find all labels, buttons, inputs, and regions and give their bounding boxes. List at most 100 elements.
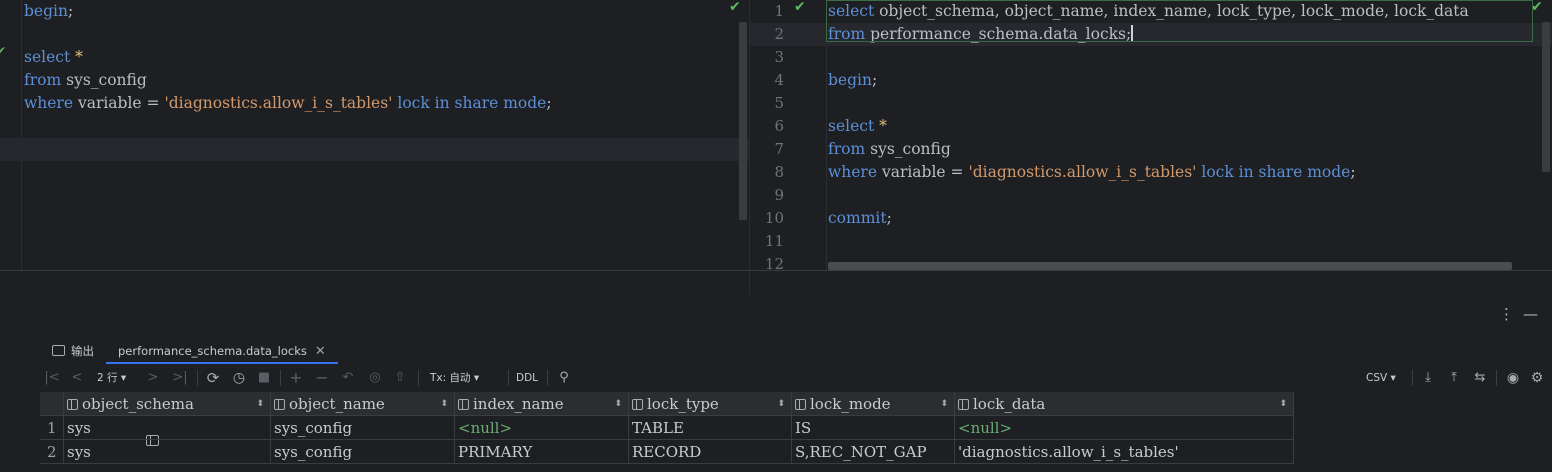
- code-line[interactable]: [0, 115, 750, 138]
- code-line[interactable]: 11: [750, 230, 1552, 253]
- code-line[interactable]: 1 select object_schema, object_name, inde…: [750, 0, 1552, 23]
- sql-keyword: lock in share mode: [1201, 163, 1351, 181]
- cell-index-name[interactable]: <null>: [455, 416, 629, 440]
- sql-token: sys_config: [61, 71, 147, 89]
- cell-lock-mode[interactable]: S,REC_NOT_GAP: [792, 440, 955, 464]
- close-icon[interactable]: ✕: [315, 344, 326, 359]
- sort-icon[interactable]: ⬍: [940, 392, 948, 415]
- export-format-selector[interactable]: CSV ▾: [1366, 367, 1396, 389]
- sort-icon[interactable]: ⬍: [1279, 392, 1287, 415]
- sort-icon[interactable]: ⬍: [440, 392, 448, 415]
- row-number: 1: [40, 416, 64, 440]
- column-header-lock-mode[interactable]: lock_mode ⬍: [792, 392, 955, 416]
- sort-icon[interactable]: ⬍: [777, 392, 785, 415]
- cell-index-name[interactable]: PRIMARY: [455, 440, 629, 464]
- row-count-selector[interactable]: 2 行 ▾: [97, 367, 126, 389]
- panel-divider[interactable]: [0, 270, 1552, 271]
- upload-icon[interactable]: ⤒: [1446, 367, 1462, 389]
- toolbar-separator: [508, 370, 509, 386]
- sql-token: object_schema, object_name, index_name, …: [874, 2, 1469, 20]
- code-line[interactable]: 8 where variable = 'diagnostics.allow_i_s…: [750, 161, 1552, 184]
- cell-object-name[interactable]: sys_config: [271, 416, 455, 440]
- code-line[interactable]: 10 commit;: [750, 207, 1552, 230]
- cell-object-schema[interactable]: sys: [64, 440, 271, 464]
- code-line[interactable]: 7 from sys_config: [750, 138, 1552, 161]
- sql-token: ;: [871, 71, 878, 89]
- download-icon[interactable]: ⤓: [1420, 367, 1436, 389]
- left-vertical-scrollbar[interactable]: [739, 22, 747, 220]
- row-number-header: [40, 392, 64, 416]
- sql-keyword: lock in share mode: [397, 94, 547, 112]
- code-line[interactable]: [0, 138, 750, 161]
- cell-lock-mode[interactable]: IS: [792, 416, 955, 440]
- code-line[interactable]: begin;: [0, 0, 750, 23]
- stop-icon[interactable]: ■: [256, 367, 272, 389]
- tab-output[interactable]: 输出: [52, 338, 94, 364]
- cell-object-name[interactable]: sys_config: [271, 440, 455, 464]
- column-header-object-name[interactable]: object_name ⬍: [271, 392, 455, 416]
- code-line[interactable]: [0, 23, 750, 46]
- transaction-mode-selector[interactable]: Tx: 自动 ▾: [430, 367, 479, 389]
- code-text: where variable = 'diagnostics.allow_i_s_…: [828, 161, 1356, 184]
- export-format-label: CSV: [1366, 372, 1388, 384]
- code-line[interactable]: where variable = 'diagnostics.allow_i_s_…: [0, 92, 750, 115]
- submit-icon[interactable]: ⇧: [392, 367, 408, 389]
- right-horizontal-scrollbar[interactable]: [828, 262, 1512, 270]
- history-icon[interactable]: ◷: [230, 367, 248, 389]
- toolbar-separator: [197, 370, 198, 386]
- preview-changes-icon[interactable]: ◎: [366, 367, 384, 389]
- right-sql-editor[interactable]: 1 select object_schema, object_name, inde…: [750, 0, 1552, 270]
- ddl-button[interactable]: DDL: [516, 367, 538, 389]
- code-line[interactable]: 9: [750, 184, 1552, 207]
- column-header-label: lock_mode: [810, 395, 891, 413]
- settings-gear-icon[interactable]: ⚙: [1528, 367, 1546, 389]
- more-options-icon[interactable]: ⋮: [1499, 305, 1514, 323]
- cell-lock-data[interactable]: <null>: [955, 416, 1294, 440]
- view-icon[interactable]: ◉: [1504, 367, 1522, 389]
- sql-keyword: commit: [828, 209, 887, 227]
- add-row-icon[interactable]: +: [288, 367, 304, 389]
- toolbar-separator: [280, 370, 281, 386]
- sql-token: ;: [1350, 163, 1356, 181]
- cell-lock-data[interactable]: 'diagnostics.allow_i_s_tables': [955, 440, 1294, 464]
- tab-data-locks[interactable]: performance_schema.data_locks ✕: [106, 338, 338, 446]
- line-number: 12: [764, 255, 784, 270]
- code-text: select *: [828, 115, 887, 138]
- code-line[interactable]: 6 select *: [750, 115, 1552, 138]
- delete-row-icon[interactable]: −: [314, 367, 330, 389]
- code-line[interactable]: from sys_config: [0, 69, 750, 92]
- cell-lock-type[interactable]: TABLE: [629, 416, 792, 440]
- cell-object-schema[interactable]: sys: [64, 416, 271, 440]
- sort-icon[interactable]: ⬍: [256, 392, 264, 415]
- column-header-object-schema[interactable]: object_schema ⬍: [64, 392, 271, 416]
- left-sql-editor[interactable]: begin; select * from sys_config where varia…: [0, 0, 750, 270]
- last-page-icon[interactable]: >|: [172, 367, 188, 389]
- column-header-lock-type[interactable]: lock_type ⬍: [629, 392, 792, 416]
- first-page-icon[interactable]: |<: [44, 367, 60, 389]
- minimize-icon[interactable]: —: [1523, 305, 1538, 323]
- code-line[interactable]: 4 begin;: [750, 69, 1552, 92]
- code-line[interactable]: select *: [0, 46, 750, 69]
- refresh-icon[interactable]: ⟳: [204, 367, 222, 389]
- result-toolbar: |< < 2 行 ▾ > >| ⟳ ◷ ■ + − ↶ ◎ ⇧ Tx: 自动 ▾…: [40, 367, 1552, 389]
- sql-token: variable =: [73, 94, 165, 112]
- column-icon: [632, 399, 643, 410]
- sql-keyword: select: [828, 2, 875, 20]
- revert-icon[interactable]: ↶: [340, 367, 356, 389]
- right-vertical-scrollbar[interactable]: [1542, 22, 1550, 172]
- next-page-icon[interactable]: >: [146, 367, 160, 389]
- column-header-index-name[interactable]: index_name ⬍: [455, 392, 629, 416]
- sql-keyword: where: [24, 94, 74, 112]
- code-line[interactable]: 3: [750, 46, 1552, 69]
- column-header-label: index_name: [473, 395, 564, 413]
- previous-page-icon[interactable]: <: [70, 367, 84, 389]
- column-header-lock-data[interactable]: lock_data ⬍: [955, 392, 1294, 416]
- check-icon: ✔: [1531, 0, 1543, 15]
- cell-lock-type[interactable]: RECORD: [629, 440, 792, 464]
- sort-icon[interactable]: ⬍: [614, 392, 622, 415]
- pin-icon[interactable]: ⚲: [556, 367, 572, 389]
- code-line[interactable]: 5: [750, 92, 1552, 115]
- code-line[interactable]: 2 from performance_schema.data_locks;: [750, 23, 1552, 46]
- services-panel: ⋮ — 输出 performance_schema.data_locks ✕ |<…: [0, 295, 1552, 472]
- compare-icon[interactable]: ⇆: [1472, 367, 1488, 389]
